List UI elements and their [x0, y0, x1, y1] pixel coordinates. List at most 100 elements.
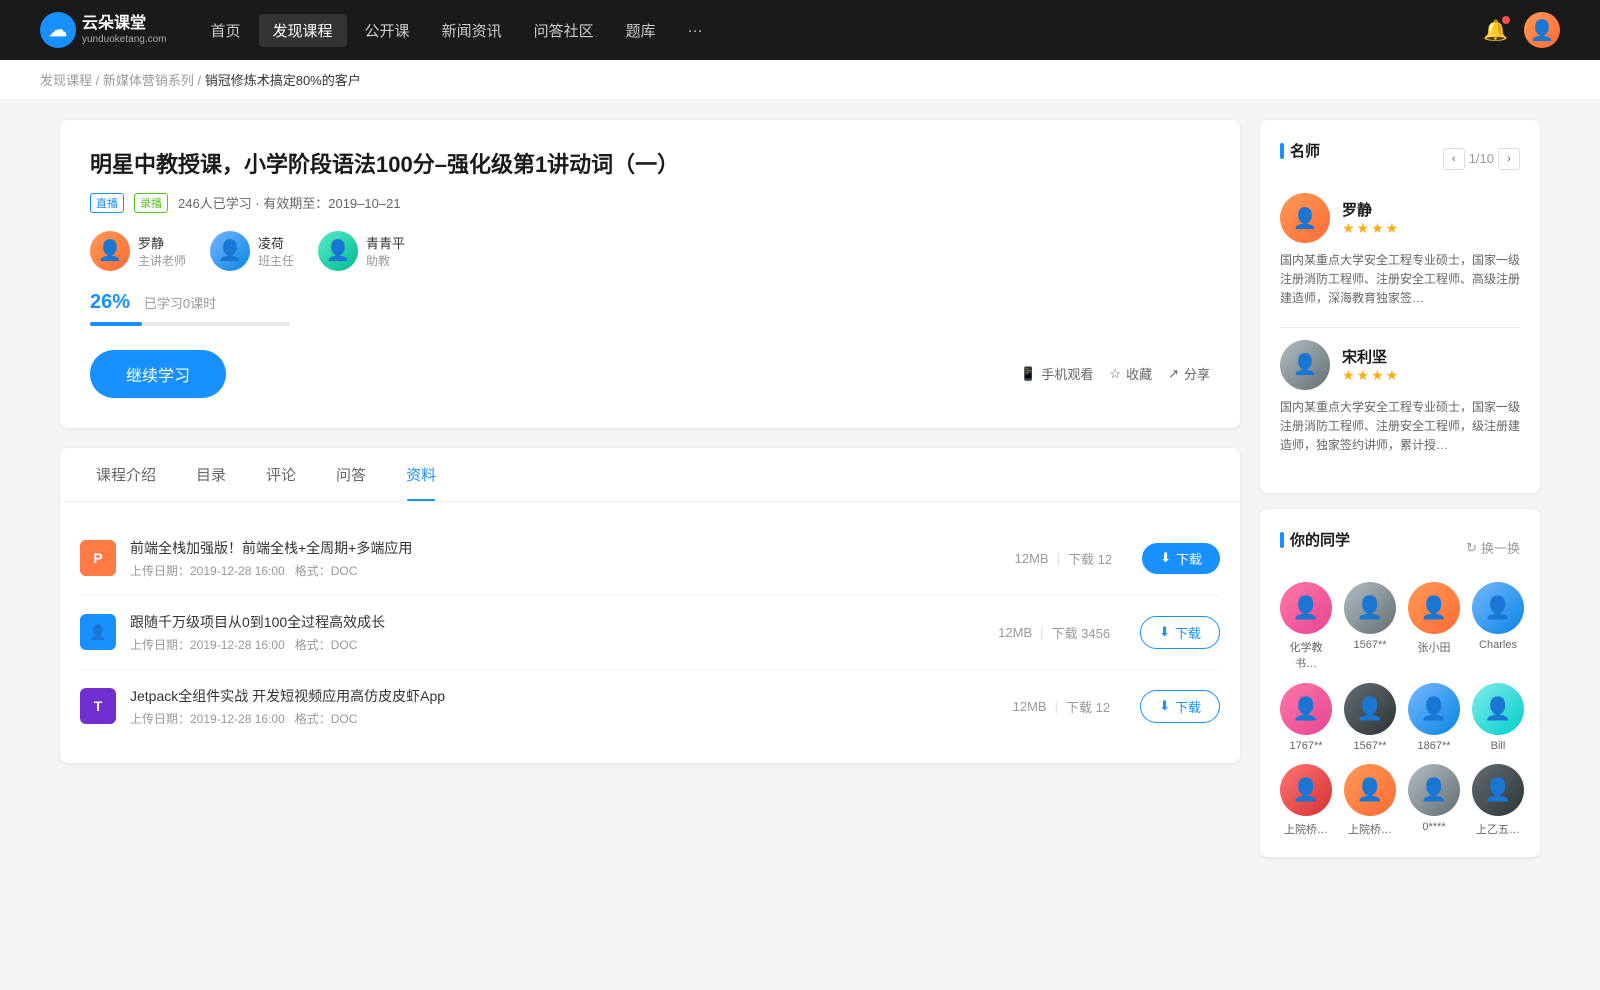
phone-icon: 📱: [1020, 366, 1036, 382]
resource-icon: 👤: [80, 614, 116, 650]
teacher-item: 👤 青青平 助教: [318, 231, 405, 271]
teacher-item: 👤 罗静 主讲老师: [90, 231, 186, 271]
download-button[interactable]: ⬇ 下载: [1140, 616, 1220, 649]
teacher-name: 罗静: [138, 233, 186, 252]
classmates-sidebar-title: 你的同学: [1280, 529, 1350, 550]
course-actions: 继续学习 📱 手机观看 ☆ 收藏 ↗ 分享: [90, 350, 1210, 398]
teacher-name: 青青平: [366, 233, 405, 252]
user-avatar-nav[interactable]: 👤: [1524, 12, 1560, 48]
classmates-grid: 👤 化学教书… 👤 1567** 👤 张小田 👤 Charles 👤 1767*…: [1280, 582, 1520, 837]
classmate-item[interactable]: 👤 Charles: [1472, 582, 1524, 671]
resource-downloads: 下载 12: [1066, 697, 1110, 716]
resource-name: Jetpack全组件实战 开发短视频应用高仿皮皮虾App: [130, 686, 999, 706]
resource-info: 前端全栈加强版！前端全栈+全周期+多端应用 上传日期：2019-12-28 16…: [130, 538, 1001, 579]
classmate-avatar: 👤: [1344, 764, 1396, 816]
classmate-item[interactable]: 👤 1567**: [1344, 683, 1396, 752]
classmate-item[interactable]: 👤 1567**: [1344, 582, 1396, 671]
share-button[interactable]: ↗ 分享: [1168, 364, 1210, 383]
tabs-card: 课程介绍目录评论问答资料 P 前端全栈加强版！前端全栈+全周期+多端应用 上传日…: [60, 448, 1240, 763]
classmate-item[interactable]: 👤 0****: [1408, 764, 1460, 837]
continue-button[interactable]: 继续学习: [90, 350, 226, 398]
notification-bell[interactable]: 🔔: [1483, 18, 1508, 43]
main-layout: 明星中教授课，小学阶段语法100分–强化级第1讲动词（一） 直播 录播 246人…: [20, 100, 1580, 893]
download-icon: ⬇: [1159, 624, 1170, 640]
phone-watch-button[interactable]: 📱 手机观看: [1020, 364, 1093, 383]
content-area: 明星中教授课，小学阶段语法100分–强化级第1讲动词（一） 直播 录播 246人…: [60, 120, 1240, 873]
classmate-avatar: 👤: [1344, 683, 1396, 735]
tab-问答[interactable]: 问答: [320, 448, 382, 501]
refresh-classmates-button[interactable]: ↻ 换一换: [1466, 538, 1520, 557]
teachers-sidebar-card: 名师 ‹ 1/10 › 👤 罗静 ★★★★ 国内某重点大学安全工程专业硕士，国家…: [1260, 120, 1540, 493]
logo-text: 云朵课堂 yunduoketang.com: [82, 14, 167, 45]
page-indicator: 1/10: [1469, 151, 1494, 166]
nav-right: 🔔 👤: [1483, 12, 1560, 48]
classmate-avatar-icon: 👤: [1280, 582, 1332, 634]
classmate-name: Bill: [1491, 740, 1506, 752]
sidebar-teacher-info: 宋利坚 ★★★★: [1342, 346, 1400, 384]
nav-item-发现课程[interactable]: 发现课程: [259, 14, 347, 47]
classmate-avatar-icon: 👤: [1472, 764, 1524, 816]
breadcrumb-current: 销冠修炼术搞定80%的客户: [205, 73, 361, 88]
classmate-item[interactable]: 👤 化学教书…: [1280, 582, 1332, 671]
resource-icon: T: [80, 688, 116, 724]
tab-课程介绍[interactable]: 课程介绍: [80, 448, 172, 501]
classmate-item[interactable]: 👤 上院桥…: [1344, 764, 1396, 837]
classmate-avatar: 👤: [1280, 582, 1332, 634]
classmate-item[interactable]: 👤 上乙五…: [1472, 764, 1524, 837]
breadcrumb-link-2[interactable]: 新媒体营销系列: [103, 73, 194, 88]
teachers-list: 👤 罗静 主讲老师 👤 凌荷 班主任 👤 青青平 助教: [90, 231, 1210, 271]
classmate-item[interactable]: 👤 张小田: [1408, 582, 1460, 671]
classmate-avatar: 👤: [1344, 582, 1396, 634]
resource-stats: 12MB | 下载 3456: [998, 623, 1110, 642]
nav-item-题库[interactable]: 题库: [612, 14, 670, 47]
teacher-divider: [1280, 327, 1520, 328]
teacher-avatar: 👤: [318, 231, 358, 271]
badge-record: 录播: [134, 193, 168, 213]
sidebar-teacher-avatar: 👤: [1280, 340, 1330, 390]
resource-downloads: 下载 12: [1068, 549, 1112, 568]
tab-资料[interactable]: 资料: [390, 448, 452, 501]
nav-item-公开课[interactable]: 公开课: [351, 14, 424, 47]
teacher-role: 班主任: [258, 252, 294, 269]
next-page-button[interactable]: ›: [1498, 148, 1520, 170]
classmate-avatar-icon: 👤: [1344, 582, 1396, 634]
nav-item-首页[interactable]: 首页: [197, 14, 255, 47]
action-buttons: 📱 手机观看 ☆ 收藏 ↗ 分享: [1020, 364, 1210, 383]
tab-评论[interactable]: 评论: [250, 448, 312, 501]
classmate-item[interactable]: 👤 1867**: [1408, 683, 1460, 752]
download-button[interactable]: ⬇ 下载: [1142, 543, 1220, 574]
classmate-name: 1867**: [1417, 740, 1450, 752]
resource-item: 👤 跟随千万级项目从0到100全过程高效成长 上传日期：2019-12-28 1…: [80, 596, 1220, 670]
classmate-item[interactable]: 👤 Bill: [1472, 683, 1524, 752]
sidebar-teacher-header: 👤 罗静 ★★★★: [1280, 193, 1520, 243]
nav-item-···[interactable]: ···: [674, 16, 717, 45]
collect-button[interactable]: ☆ 收藏: [1109, 364, 1152, 383]
classmate-item[interactable]: 👤 上院桥…: [1280, 764, 1332, 837]
logo[interactable]: ☁ 云朵课堂 yunduoketang.com: [40, 12, 167, 48]
tab-content: P 前端全栈加强版！前端全栈+全周期+多端应用 上传日期：2019-12-28 …: [60, 502, 1240, 763]
stats-divider: |: [1057, 551, 1060, 566]
teacher-avatar-icon: 👤: [210, 231, 250, 271]
progress-section: 26% 已学习0课时: [90, 291, 1210, 326]
download-button[interactable]: ⬇ 下载: [1140, 690, 1220, 723]
progress-label: 已学习0课时: [144, 296, 216, 311]
resource-info: 跟随千万级项目从0到100全过程高效成长 上传日期：2019-12-28 16:…: [130, 612, 984, 653]
sidebar-area: 名师 ‹ 1/10 › 👤 罗静 ★★★★ 国内某重点大学安全工程专业硕士，国家…: [1260, 120, 1540, 873]
teacher-role: 主讲老师: [138, 252, 186, 269]
breadcrumb-link-1[interactable]: 发现课程: [40, 73, 92, 88]
prev-page-button[interactable]: ‹: [1443, 148, 1465, 170]
classmate-item[interactable]: 👤 1767**: [1280, 683, 1332, 752]
nav-item-新闻资讯[interactable]: 新闻资讯: [428, 14, 516, 47]
classmate-avatar-icon: 👤: [1280, 683, 1332, 735]
tab-目录[interactable]: 目录: [180, 448, 242, 501]
teacher-avatar: 👤: [90, 231, 130, 271]
classmate-avatar-icon: 👤: [1472, 683, 1524, 735]
classmate-avatar-icon: 👤: [1344, 764, 1396, 816]
sidebar-teacher-name: 罗静: [1342, 199, 1400, 220]
classmate-avatar: 👤: [1472, 764, 1524, 816]
resource-icon: P: [80, 540, 116, 576]
user-avatar-icon: 👤: [1524, 12, 1560, 48]
nav-item-问答社区[interactable]: 问答社区: [520, 14, 608, 47]
teacher-avatar: 👤: [210, 231, 250, 271]
download-icon: ⬇: [1160, 550, 1171, 566]
